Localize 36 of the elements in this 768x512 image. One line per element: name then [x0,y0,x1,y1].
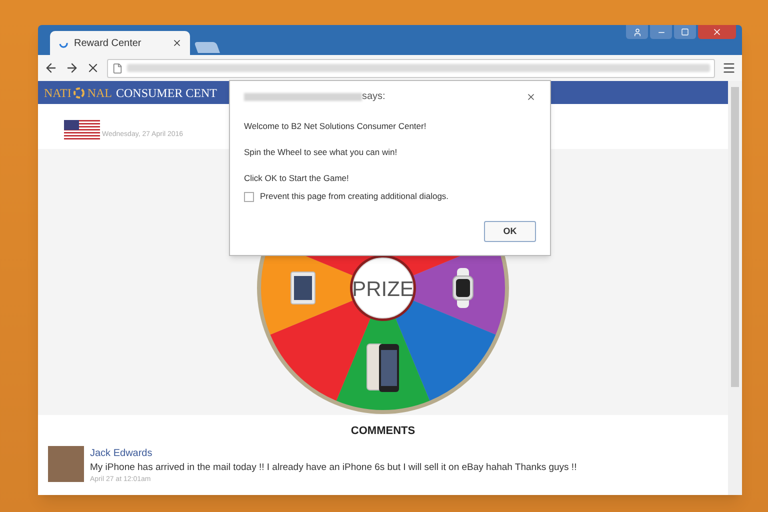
logo-text: NAL [87,84,112,102]
wheel-hub[interactable] [350,255,416,321]
logo-text: NATI [44,84,72,102]
ok-button[interactable]: OK [484,221,536,242]
browser-tab[interactable]: Reward Center [50,31,190,55]
scrollbar[interactable] [728,81,742,495]
user-icon [632,28,642,36]
close-icon[interactable] [172,38,182,48]
dialog-title: says: [362,90,386,104]
close-icon [712,27,722,37]
site-title: CONSUMER CENT [116,84,218,102]
new-tab-button[interactable] [194,42,220,53]
back-icon[interactable] [44,61,58,75]
avatar-placeholder [48,446,84,482]
close-icon[interactable] [526,92,536,102]
stop-icon[interactable] [86,61,100,75]
checkbox[interactable] [244,192,254,202]
prize-label: PRIZE [352,278,414,301]
comment-text: My iPhone has arrived in the mail today !! I already have an iPhone 6s but I will sell it on eBay hahah Thanks guys !! [90,460,577,474]
page-icon [112,62,123,74]
phones-icon [366,344,399,392]
address-field[interactable] [107,58,715,78]
scrollbar-thumb[interactable] [731,87,739,387]
user-button[interactable] [626,25,648,39]
dialog-message: Spin the Wheel to see what you can win! [244,146,398,158]
menu-icon[interactable] [722,61,736,75]
tab-title: Reward Center [74,36,142,50]
us-flag-icon [64,120,100,140]
ring-icon [73,86,86,98]
dialog-message: Welcome to B2 Net Solutions Consumer Center! [244,120,428,133]
comment-author-link[interactable]: Jack Edwards [90,446,577,460]
close-button[interactable] [698,25,736,39]
comments-heading: COMMENTS [350,424,416,439]
maximize-button[interactable] [674,25,696,39]
maximize-icon [681,28,689,36]
forward-icon[interactable] [65,61,79,75]
